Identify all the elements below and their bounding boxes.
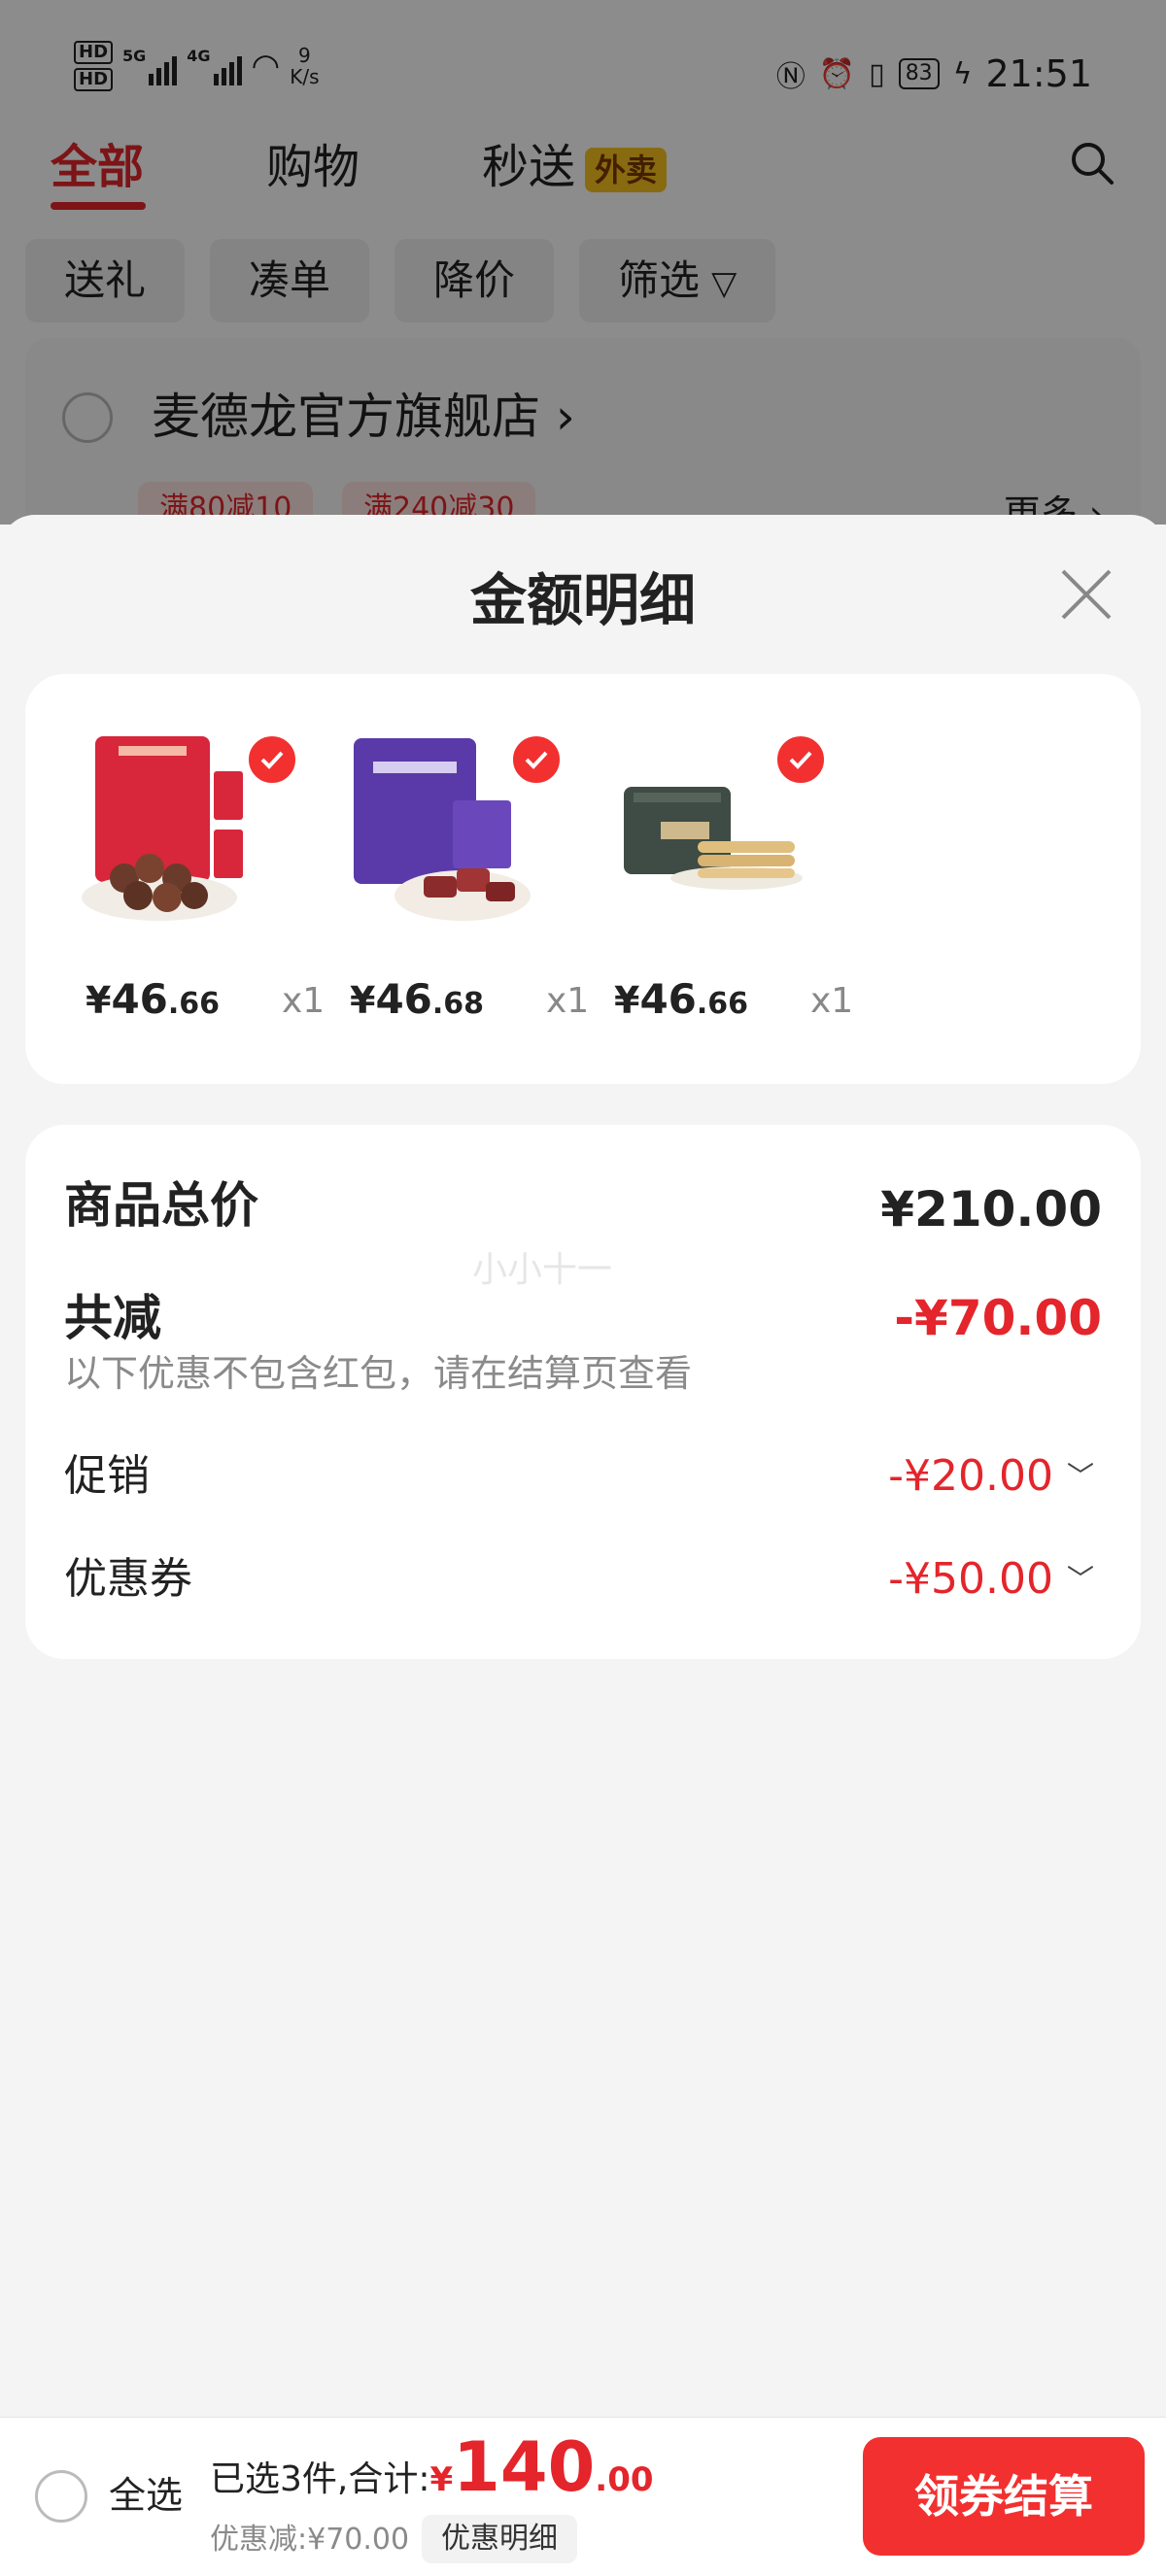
total-amount: 140 [453, 2427, 596, 2507]
coupon-value: -¥50.00 [888, 1554, 1053, 1604]
dim-overlay[interactable] [0, 0, 1166, 525]
reduce-label: 共减 [64, 1290, 161, 1346]
chevron-down-icon: ﹀ [1066, 1563, 1094, 1595]
product-price: ¥46.66 [614, 975, 749, 1023]
checkout-button[interactable]: 领券结算 [863, 2437, 1145, 2556]
checkout-bar: 全选 已选3件,合计: ¥ 140 .00 优惠减:¥70.00 优惠明细 领券… [0, 2417, 1166, 2576]
coupon-row[interactable]: -¥50.00 ﹀ [888, 1548, 1094, 1610]
chevron-down-icon: ﹀ [1066, 1460, 1094, 1492]
total-label: 商品总价 [64, 1177, 258, 1234]
selected-count: 已选3件,合计: [210, 2459, 430, 2499]
promo-value: -¥20.00 [888, 1451, 1053, 1501]
product-qty: x1 [810, 981, 854, 1021]
discount-detail-button[interactable]: 优惠明细 [422, 2515, 577, 2563]
total-line: 已选3件,合计: ¥ 140 .00 [210, 2427, 654, 2507]
reduce-value: -¥70.00 [894, 1290, 1102, 1346]
product-item[interactable]: ¥46.66 x1 [47, 732, 325, 1043]
promo-row[interactable]: -¥20.00 ﹀ [888, 1445, 1094, 1508]
coupon-label: 优惠券 [64, 1554, 192, 1604]
product-item[interactable]: ¥46.66 x1 [575, 732, 853, 1043]
select-all-radio[interactable] [35, 2470, 87, 2523]
discount-hint: 以下优惠不包含红包，请在结算页查看 [64, 1352, 693, 1395]
currency-symbol: ¥ [429, 2460, 454, 2499]
watermark: 小小十一 [472, 1250, 613, 1290]
product-price: ¥46.66 [86, 975, 221, 1023]
total-decimal: .00 [595, 2460, 654, 2499]
amount-detail-sheet: 金额明细 ¥46.66 x1 ¥46.68 x1 ¥46.66 x1 小小十一 … [0, 515, 1166, 2419]
close-icon[interactable] [1057, 565, 1115, 624]
product-card: ¥46.66 x1 ¥46.68 x1 ¥46.66 x1 [25, 674, 1141, 1084]
total-value: ¥210.00 [880, 1181, 1102, 1237]
product-item[interactable]: ¥46.68 x1 [311, 732, 589, 1043]
promo-label: 促销 [64, 1451, 150, 1501]
checked-icon[interactable] [245, 732, 299, 787]
checked-icon[interactable] [773, 732, 828, 787]
discount-amount: 优惠减:¥70.00 [210, 2523, 410, 2557]
sheet-title: 金额明细 [469, 567, 696, 633]
select-all-label[interactable]: 全选 [109, 2466, 183, 2525]
price-summary-card: 小小十一 商品总价 ¥210.00 共减 -¥70.00 以下优惠不包含红包，请… [25, 1125, 1141, 1659]
product-price: ¥46.68 [350, 975, 485, 1023]
checked-icon[interactable] [509, 732, 564, 787]
